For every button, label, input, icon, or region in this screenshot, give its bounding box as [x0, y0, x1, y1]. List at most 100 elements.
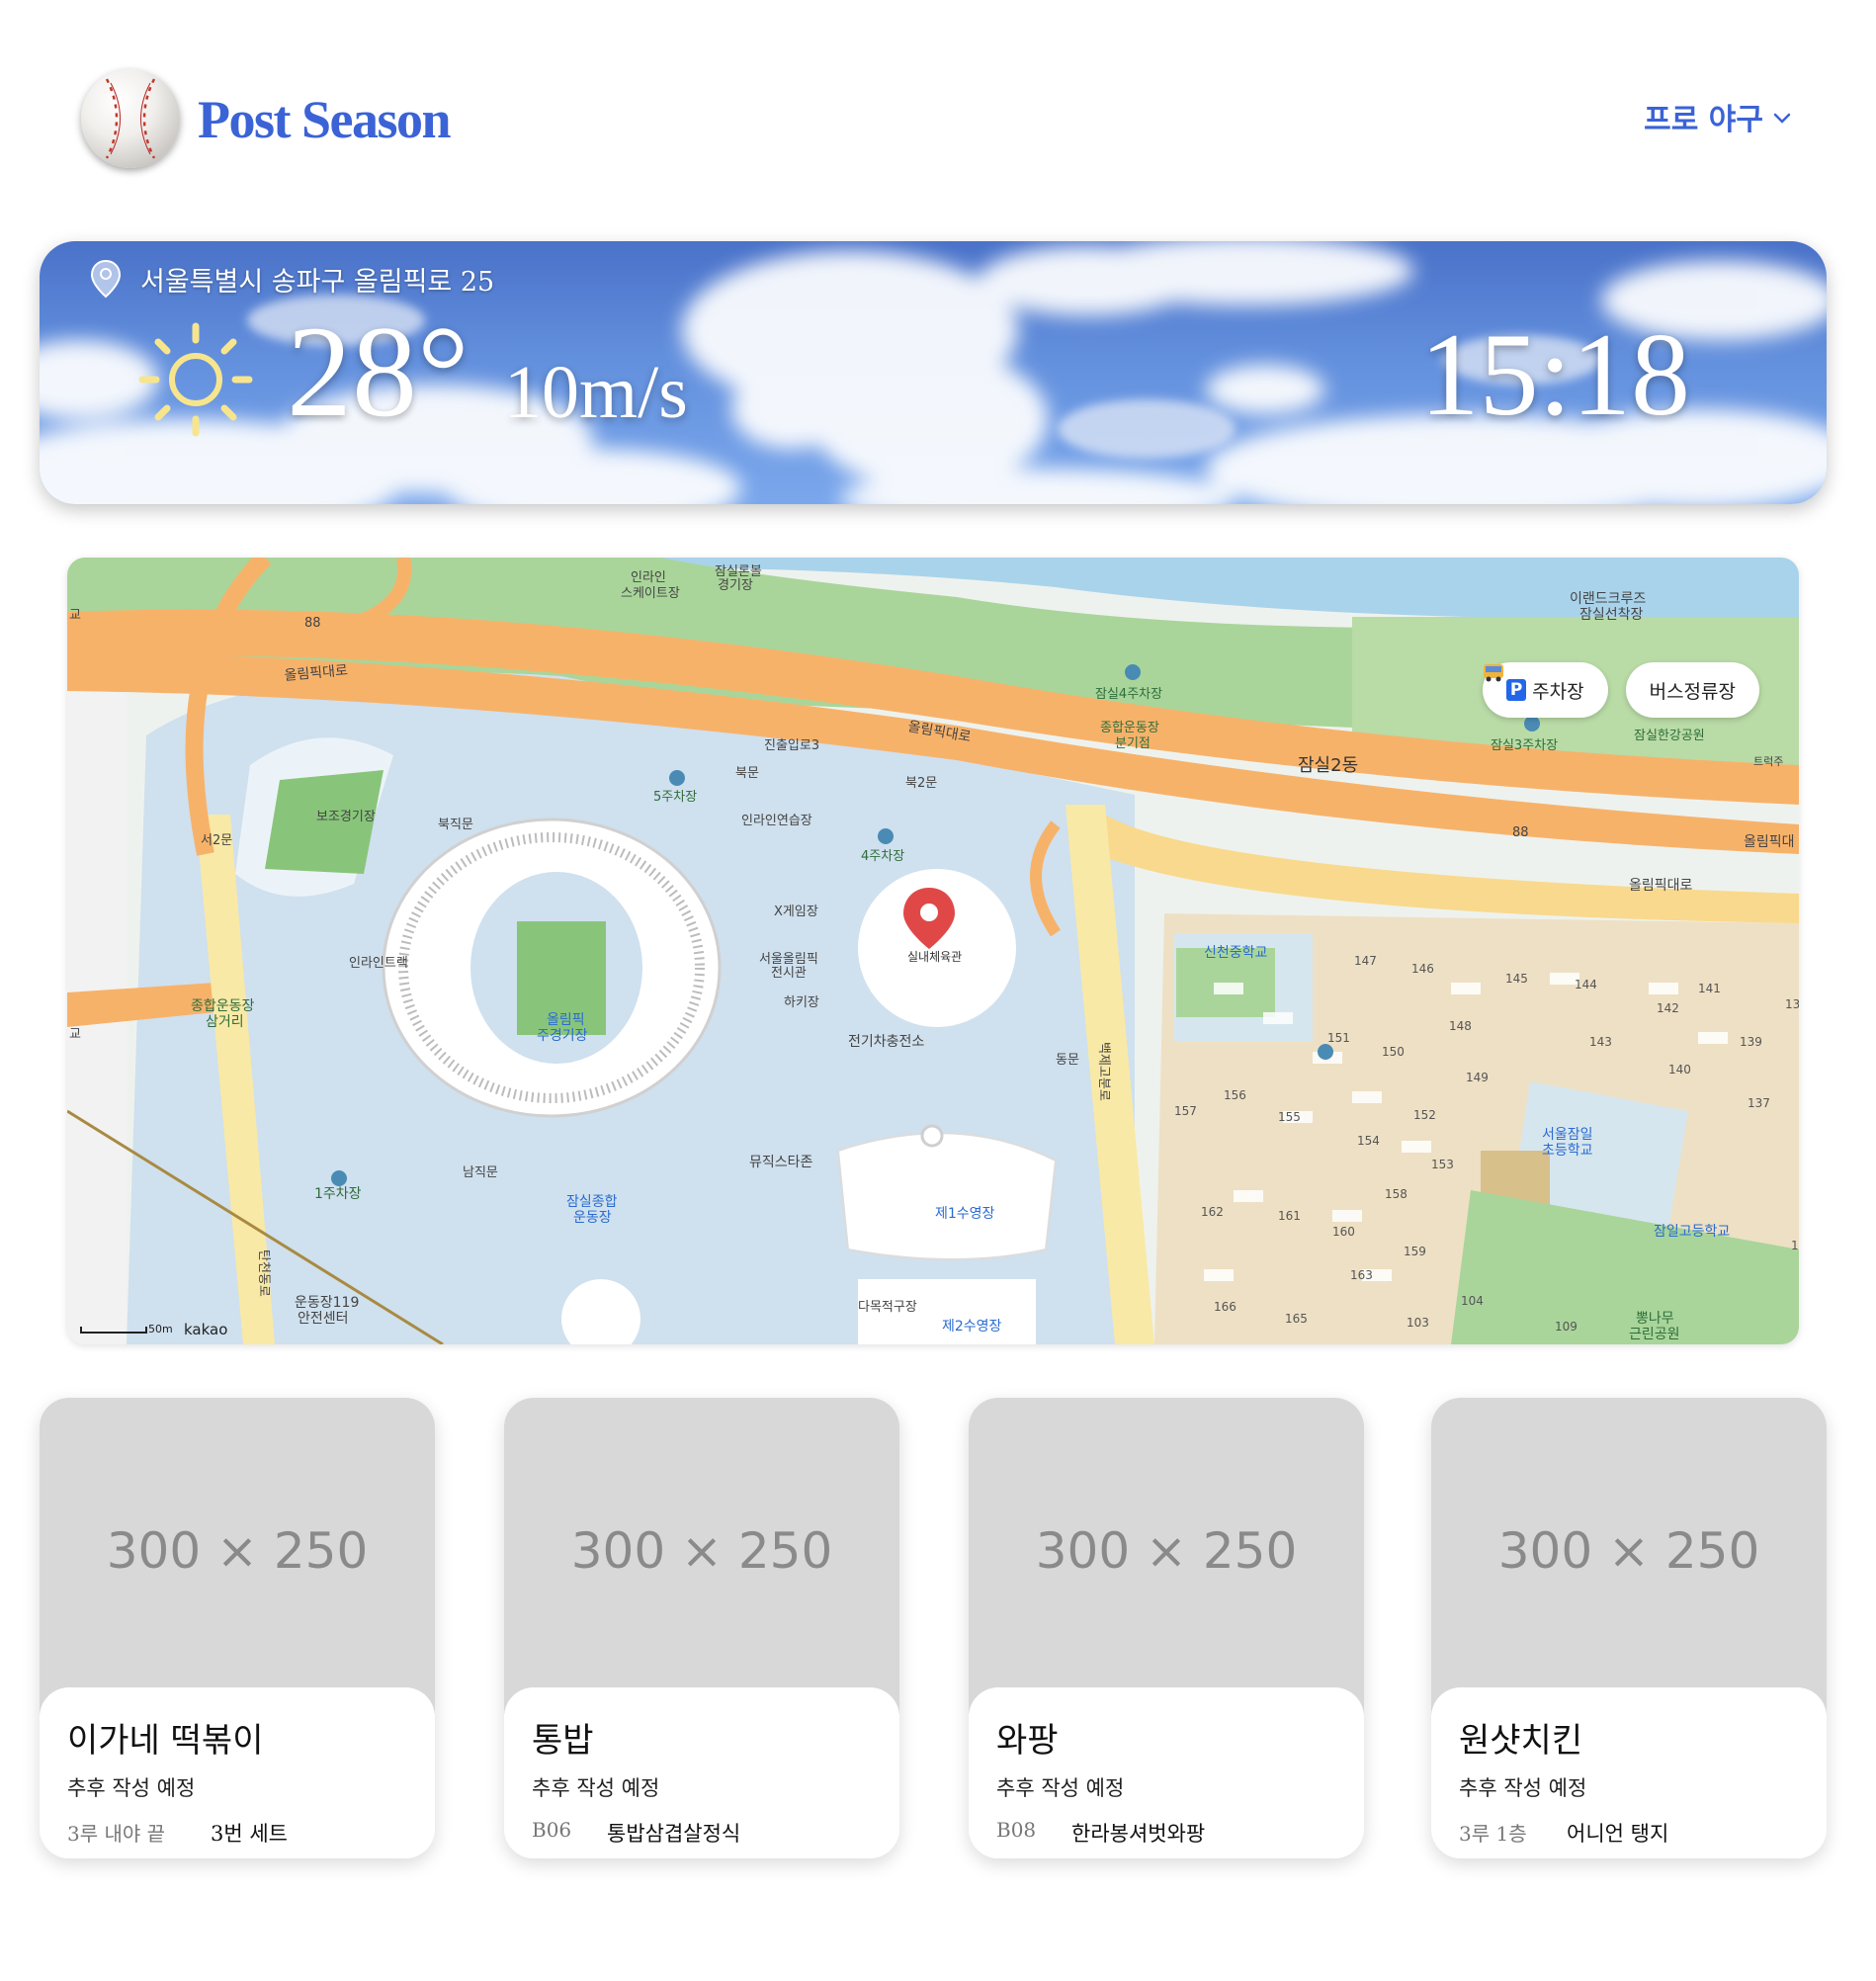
- block-number: 161: [1278, 1209, 1301, 1223]
- map-label-south-gate: 남직문: [463, 1165, 498, 1180]
- map-label-ev-station: 전기차충전소: [848, 1034, 924, 1050]
- block-number: 165: [1285, 1312, 1308, 1326]
- food-cards: 300 × 250 이가네 떡볶이 추후 작성 예정 3루 내야 끝 3번 세트…: [40, 1398, 1827, 1860]
- block-number: 154: [1357, 1134, 1380, 1148]
- block-number: 141: [1698, 982, 1721, 995]
- food-card[interactable]: 300 × 250 이가네 떡볶이 추후 작성 예정 3루 내야 끝 3번 세트: [40, 1398, 435, 1858]
- parking-filter-label: 주차장: [1532, 680, 1584, 703]
- block-number: 163: [1350, 1268, 1373, 1282]
- parking-marker-icon[interactable]: [1318, 1044, 1333, 1060]
- map-label-entry3: 진출입로3: [764, 738, 819, 753]
- parking-marker-icon[interactable]: [1125, 664, 1141, 680]
- map-label-seoul-jamil-elem: 서울잠일 초등학교: [1542, 1127, 1593, 1159]
- food-menu: 어니언 탱지: [1567, 1822, 1669, 1846]
- map-label-shincheon-middle: 신천중학교: [1204, 945, 1268, 961]
- food-image-placeholder: 300 × 250: [969, 1398, 1364, 1714]
- parking-icon: P: [1506, 679, 1527, 701]
- map-label-route-88-a: 88: [304, 616, 321, 631]
- block-number: 147: [1354, 954, 1377, 968]
- block-number: 156: [1224, 1088, 1246, 1102]
- map-label-hangang-park: 잠실한강공원: [1634, 729, 1705, 743]
- map-scale-label: 50m: [148, 1323, 173, 1335]
- venue-map[interactable]: 인라인 스케이트장 잠실론볼 경기장 이랜드크루즈 잠실선착장 88 올림픽대로 올림…: [67, 558, 1799, 1344]
- temperature: 28°: [287, 299, 469, 444]
- block-number: 150: [1382, 1045, 1405, 1059]
- block-number: 158: [1385, 1187, 1407, 1201]
- map-label-inline-track: 인라인트랙: [349, 956, 408, 971]
- food-location: B06: [532, 1818, 572, 1842]
- league-dropdown-label: 프로 야구: [1644, 103, 1763, 137]
- league-dropdown[interactable]: 프로 야구: [1644, 95, 1791, 138]
- weather-location-text: 서울특별시 송파구 올림픽로 25: [140, 266, 495, 298]
- block-number: 148: [1449, 1019, 1472, 1033]
- baseball-logo-icon[interactable]: [81, 69, 180, 168]
- location-pin-icon: [90, 259, 122, 299]
- map-label-route-88-b: 88: [1512, 825, 1529, 840]
- food-card-body: 이가네 떡볶이 추후 작성 예정 3루 내야 끝 3번 세트: [40, 1687, 435, 1858]
- block-number: 137: [1748, 1096, 1770, 1110]
- map-label-parking-4: 4주차장: [861, 849, 904, 864]
- map-filter-buttons: P 주차장 버스정류장: [1483, 662, 1759, 718]
- selected-place-label: 실내체육관: [907, 950, 962, 964]
- block-number: 160: [1332, 1225, 1355, 1239]
- map-label-north-west-gate: 북직문: [438, 818, 473, 832]
- map-label-olympic-road-3: 올림픽대로: [1629, 878, 1693, 894]
- block-number: 104: [1461, 1294, 1484, 1308]
- food-name: 원샷치킨: [1459, 1721, 1583, 1761]
- map-label-music-star: 뮤직스타존: [749, 1155, 813, 1170]
- food-card[interactable]: 300 × 250 원샷치킨 추후 작성 예정 3루 1층 어니언 탱지: [1431, 1398, 1827, 1858]
- bus-stop-filter-label: 버스정류장: [1649, 680, 1736, 703]
- food-card-body: 원샷치킨 추후 작성 예정 3루 1층 어니언 탱지: [1431, 1687, 1827, 1858]
- map-label-parking-3-jamsil: 잠실3주차장: [1491, 738, 1558, 753]
- block-number: 146: [1411, 962, 1434, 976]
- map-label-inline-practice: 인라인연습장: [741, 814, 812, 828]
- block-number: 162: [1201, 1205, 1224, 1219]
- food-name: 이가네 떡볶이: [67, 1721, 264, 1761]
- map-label-diving: 다목적구장: [858, 1300, 917, 1315]
- block-number: 143: [1589, 1035, 1612, 1049]
- brand-title[interactable]: Post Season: [198, 85, 452, 154]
- block-number: 151: [1327, 1031, 1350, 1045]
- map-label-north-gate: 북문: [735, 766, 759, 781]
- block-number: 166: [1214, 1300, 1236, 1314]
- block-number: 149: [1466, 1071, 1489, 1084]
- food-card[interactable]: 300 × 250 통밥 추후 작성 예정 B06 통밥삼겹살정식: [504, 1398, 899, 1858]
- map-label-parking-1: 1주차장: [314, 1186, 362, 1202]
- parking-marker-icon[interactable]: [331, 1170, 347, 1186]
- map-label-tancheon: 탄천동로: [256, 1249, 271, 1297]
- map-label-east-gate: 동문: [1056, 1053, 1079, 1068]
- map-label-hockey: 하키장: [784, 995, 819, 1010]
- map-label-left-edge-2: 교: [69, 1027, 81, 1042]
- map-label-eland-cruise: 이랜드크루즈 잠실선착장: [1570, 591, 1646, 623]
- food-description: 추후 작성 예정: [67, 1776, 196, 1800]
- weather-location: 서울특별시 송파구 올림픽로 25: [89, 259, 494, 299]
- block-number: 152: [1413, 1108, 1436, 1122]
- food-card-body: 와팡 추후 작성 예정 B08 한라봉셔벗와팡: [969, 1687, 1364, 1858]
- bus-stop-filter-button[interactable]: 버스정류장: [1484, 662, 1759, 718]
- block-number: 155: [1278, 1110, 1301, 1124]
- food-description: 추후 작성 예정: [532, 1776, 660, 1800]
- food-menu: 통밥삼겹살정식: [607, 1822, 741, 1846]
- parking-marker-icon[interactable]: [878, 828, 894, 844]
- map-label-baekjegobun: 백제고분로: [1096, 1042, 1111, 1101]
- map-provider-label: kakao: [184, 1321, 227, 1338]
- map-label-parking-5: 5주차장: [653, 790, 697, 805]
- map-label-pool-1: 제1수영장: [935, 1206, 995, 1222]
- food-location: 3루 내야 끝: [67, 1822, 166, 1846]
- map-label-left-edge-1: 교: [69, 608, 81, 623]
- current-time: 15:18: [1419, 308, 1690, 440]
- food-location: B08: [996, 1818, 1037, 1842]
- food-image-placeholder: 300 × 250: [1431, 1398, 1827, 1714]
- map-label-pool-2: 제2수영장: [942, 1319, 1002, 1335]
- food-name: 와팡: [996, 1721, 1059, 1761]
- parking-marker-icon[interactable]: [1524, 716, 1540, 732]
- map-label-olympic-road-4: 올림픽대: [1744, 834, 1795, 850]
- food-card[interactable]: 300 × 250 와팡 추후 작성 예정 B08 한라봉셔벗와팡: [969, 1398, 1364, 1858]
- wind-speed: 10m/s: [504, 351, 688, 434]
- food-name: 통밥: [532, 1721, 594, 1761]
- food-card-body: 통밥 추후 작성 예정 B06 통밥삼겹살정식: [504, 1687, 899, 1858]
- parking-marker-icon[interactable]: [669, 770, 685, 786]
- block-number: 159: [1404, 1245, 1426, 1258]
- sun-icon: [138, 322, 253, 437]
- bus-icon: [1484, 664, 1504, 682]
